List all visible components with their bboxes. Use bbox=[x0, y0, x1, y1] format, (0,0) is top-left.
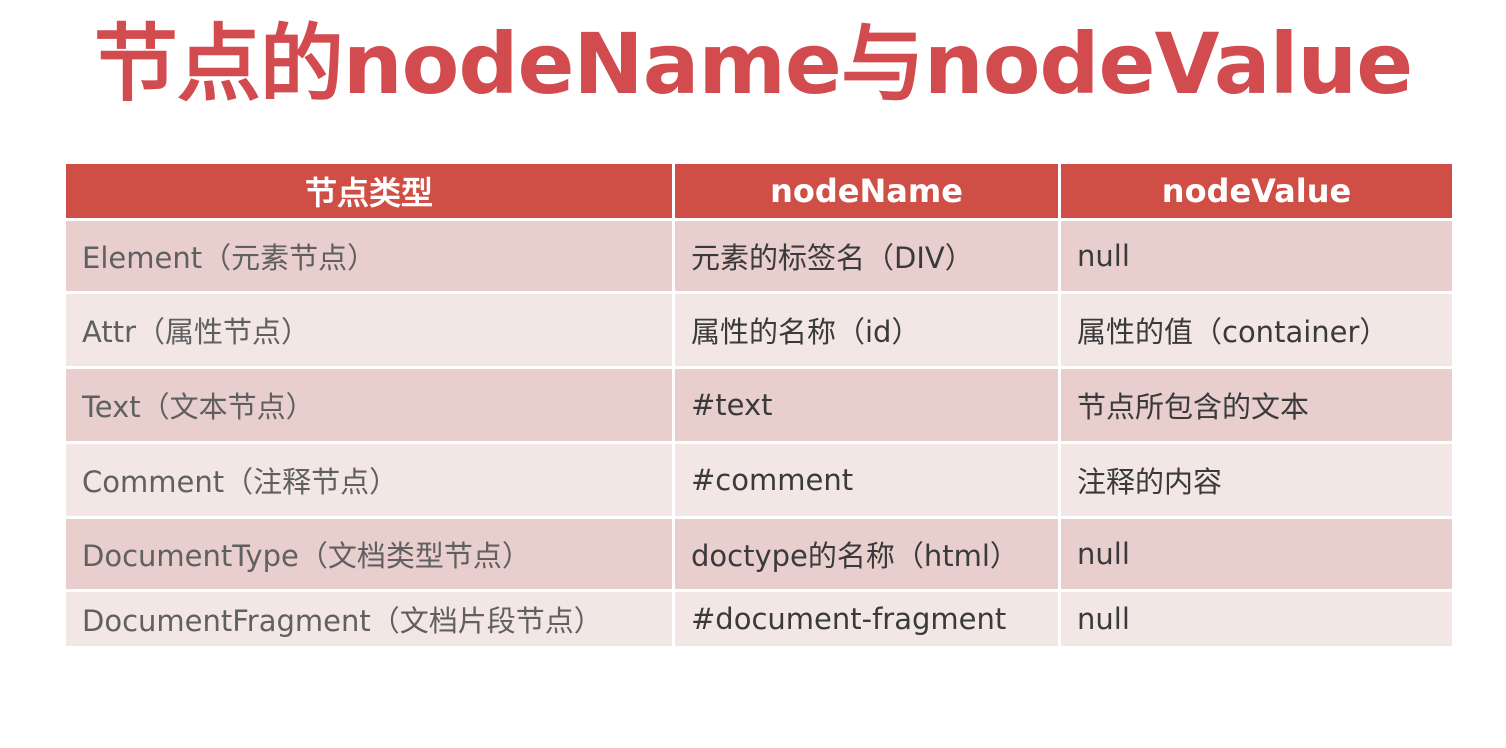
page-title: 节点的nodeName与nodeValue bbox=[93, 15, 1413, 113]
cell-node-value: null bbox=[1061, 519, 1452, 589]
cell-node-name: 元素的标签名（DIV） bbox=[675, 221, 1058, 291]
table-row: Comment（注释节点） #comment 注释的内容 bbox=[66, 444, 1452, 516]
cell-node-value: null bbox=[1061, 592, 1452, 646]
cell-node-type: DocumentType（文档类型节点） bbox=[66, 519, 672, 589]
table-header-row: 节点类型 nodeName nodeValue bbox=[66, 164, 1452, 218]
cell-node-value: 注释的内容 bbox=[1061, 444, 1452, 516]
cell-node-value: 属性的值（container） bbox=[1061, 294, 1452, 366]
cell-node-value: 节点所包含的文本 bbox=[1061, 369, 1452, 441]
cell-node-name: #text bbox=[675, 369, 1058, 441]
table-row: Element（元素节点） 元素的标签名（DIV） null bbox=[66, 221, 1452, 291]
table-row: Attr（属性节点） 属性的名称（id） 属性的值（container） bbox=[66, 294, 1452, 366]
column-header-node-name: nodeName bbox=[675, 164, 1058, 218]
cell-node-type: Text（文本节点） bbox=[66, 369, 672, 441]
cell-node-value: null bbox=[1061, 221, 1452, 291]
cell-node-name: doctype的名称（html） bbox=[675, 519, 1058, 589]
cell-node-type: Attr（属性节点） bbox=[66, 294, 672, 366]
node-table-container: 节点类型 nodeName nodeValue Element（元素节点） 元素… bbox=[66, 164, 1452, 646]
node-table: 节点类型 nodeName nodeValue Element（元素节点） 元素… bbox=[63, 161, 1455, 649]
cell-node-name: #comment bbox=[675, 444, 1058, 516]
cell-node-type: DocumentFragment（文档片段节点） bbox=[66, 592, 672, 646]
cell-node-name: 属性的名称（id） bbox=[675, 294, 1058, 366]
cell-node-type: Comment（注释节点） bbox=[66, 444, 672, 516]
cell-node-name: #document-fragment bbox=[675, 592, 1058, 646]
table-row: DocumentType（文档类型节点） doctype的名称（html） nu… bbox=[66, 519, 1452, 589]
table-row: Text（文本节点） #text 节点所包含的文本 bbox=[66, 369, 1452, 441]
column-header-node-type: 节点类型 bbox=[66, 164, 672, 218]
table-row: DocumentFragment（文档片段节点） #document-fragm… bbox=[66, 592, 1452, 646]
cell-node-type: Element（元素节点） bbox=[66, 221, 672, 291]
column-header-node-value: nodeValue bbox=[1061, 164, 1452, 218]
